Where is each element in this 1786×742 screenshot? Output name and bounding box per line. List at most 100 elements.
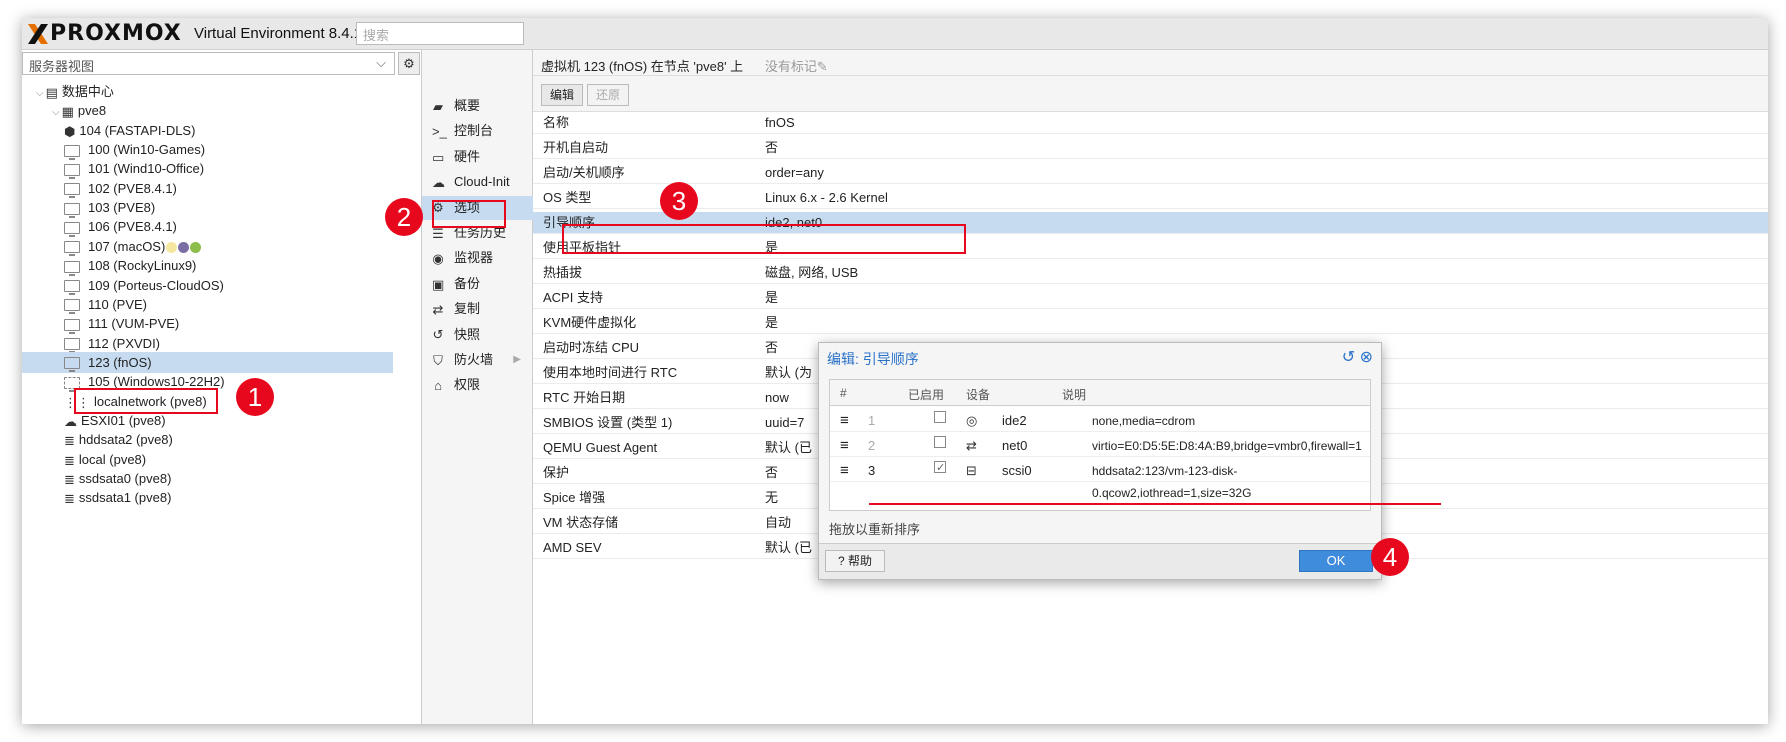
proxmox-logo: PROXMOX: [26, 21, 182, 47]
tree-node[interactable]: ⌵ ▤ 数据中心: [36, 81, 392, 102]
vm-icon: [64, 144, 80, 160]
ok-button[interactable]: OK: [1299, 550, 1373, 572]
enabled-checkbox[interactable]: [934, 436, 946, 448]
disc-icon: ◎: [966, 413, 978, 428]
vm-template-icon: [64, 376, 80, 392]
view-selector-value: 服务器视图: [29, 59, 95, 74]
menu-item-label: Cloud-Init: [454, 174, 510, 190]
resource-tree-panel: 服务器视图 ⌵ ⚙ ⌵ ▤ 数据中心 ⌵ ▦ pve8 ⬢ 104 (FASTAPI-DLS)…: [22, 50, 422, 724]
tree-node[interactable]: 102 (PVE8.4.1): [64, 178, 392, 199]
menu-item[interactable]: >_ 控制台: [422, 119, 533, 143]
help-button[interactable]: ? 帮助: [825, 550, 886, 572]
proxmox-window: PROXMOX Virtual Environment 8.4.1 搜索 服务器…: [22, 18, 1768, 724]
expand-chevron-icon[interactable]: ⌵: [52, 107, 60, 118]
grid-header: # 已启用 设备 说明: [830, 380, 1370, 406]
eye-icon: ◉: [432, 251, 444, 267]
search-input[interactable]: 搜索: [356, 22, 524, 45]
expand-chevron-icon[interactable]: ⌵: [36, 88, 44, 99]
close-icon[interactable]: ⊗: [1360, 349, 1373, 366]
help-label: 帮助: [848, 554, 873, 568]
tree-node[interactable]: ≣ local (pve8): [64, 449, 392, 470]
menu-item[interactable]: ▣ 备份: [422, 272, 533, 296]
boot-order-row[interactable]: ≡ 3 ⊟ scsi0 hddsata2:123/vm-123-disk-0.qcow2…: [830, 457, 1370, 500]
tree-node-label: ssdsata1 (pve8): [78, 490, 172, 506]
vm-config-menu: ▰ 概要 >_ 控制台 ▭ 硬件 ☁ Cloud-Init ⚙ 选项 ☰ 任务历史 ◉ 监视器 ▣ 备份 ⇄ 复制…: [422, 50, 533, 724]
menu-item[interactable]: ⇄ 复制: [422, 297, 533, 321]
menu-item[interactable]: ⛉ 防火墙 ▶: [422, 348, 533, 372]
view-selector[interactable]: 服务器视图 ⌵: [22, 52, 395, 75]
history-icon: ↺: [432, 327, 444, 343]
monitor-icon: ▭: [432, 149, 445, 165]
menu-item-label: 备份: [454, 275, 481, 291]
revert-button[interactable]: 还原: [587, 84, 630, 106]
menu-item-label: 概要: [454, 98, 481, 113]
tree-node[interactable]: 107 (macOS): [64, 236, 392, 257]
boot-order-row[interactable]: ≡ 1 ◎ ide2 none,media=cdrom: [830, 410, 1370, 432]
tree-node[interactable]: 100 (Win10-Games): [64, 139, 392, 160]
pencil-icon[interactable]: ✎: [817, 59, 828, 74]
drag-handle-icon[interactable]: ≡: [840, 460, 849, 482]
vm-icon: [64, 338, 80, 354]
tag-dot[interactable]: [178, 241, 190, 253]
menu-item[interactable]: ⌂ 权限: [422, 373, 533, 397]
option-row[interactable]: 热插拔 磁盘, 网络, USB: [533, 262, 1768, 284]
tree-node[interactable]: 123 (fnOS): [22, 351, 393, 373]
tags-label[interactable]: 没有标记✎: [765, 59, 828, 74]
option-value: Linux 6.x - 2.6 Kernel: [765, 190, 888, 205]
tree-node[interactable]: 109 (Porteus-CloudOS): [64, 275, 392, 296]
menu-item-label: 权限: [454, 377, 481, 393]
col-enabled: 已启用: [908, 388, 945, 402]
tree-node[interactable]: 103 (PVE8): [64, 197, 392, 218]
tree-node[interactable]: 112 (PXVDI): [64, 333, 392, 354]
edit-button[interactable]: 编辑: [541, 84, 584, 106]
screenshot-frame: PROXMOX Virtual Environment 8.4.1 搜索 服务器…: [0, 0, 1786, 742]
menu-item[interactable]: ▰ 概要: [422, 94, 533, 118]
option-row[interactable]: KVM硬件虚拟化 是: [533, 312, 1768, 334]
vm-icon: [64, 163, 80, 179]
option-row[interactable]: 开机自启动 否: [533, 137, 1768, 159]
drag-handle-icon[interactable]: ≡: [840, 435, 849, 457]
vm-icon: [64, 318, 80, 334]
option-row[interactable]: OS 类型 Linux 6.x - 2.6 Kernel: [533, 187, 1768, 209]
tree-node[interactable]: 106 (PVE8.4.1): [64, 216, 392, 237]
tree-node-label: 数据中心: [61, 84, 114, 99]
tree-node[interactable]: ⌵ ▦ pve8: [52, 100, 392, 121]
menu-item[interactable]: ↺ 快照: [422, 323, 533, 347]
device-desc: virtio=E0:D5:5E:D8:4A:B9,bridge=vmbr0,fi…: [1092, 439, 1362, 453]
enabled-checkbox[interactable]: [934, 411, 946, 423]
tree-node[interactable]: 101 (Wind10-Office): [64, 158, 392, 179]
tree-node[interactable]: 111 (VUM-PVE): [64, 313, 392, 334]
device-name: ide2: [1002, 413, 1027, 428]
tag-dot[interactable]: [190, 241, 202, 253]
option-row[interactable]: 名称 fnOS: [533, 112, 1768, 134]
option-key: 热插拔: [543, 265, 583, 280]
tree-node[interactable]: ≣ hddsata2 (pve8): [64, 429, 392, 450]
option-row[interactable]: ACPI 支持 是: [533, 287, 1768, 309]
tree-node[interactable]: ≣ ssdsata0 (pve8): [64, 468, 392, 489]
menu-item-label: 快照: [454, 326, 481, 342]
enabled-checkbox[interactable]: [934, 457, 946, 479]
tree-node[interactable]: 108 (RockyLinux9): [64, 255, 392, 276]
menu-item[interactable]: ◉ 监视器: [422, 246, 533, 270]
option-value: 否: [765, 465, 779, 480]
menu-item[interactable]: ☁ Cloud-Init: [422, 170, 533, 194]
drag-handle-icon[interactable]: ≡: [840, 410, 849, 432]
option-row[interactable]: 启动/关机顺序 order=any: [533, 162, 1768, 184]
col-device: 设备: [966, 388, 991, 402]
tree-node[interactable]: ≣ ssdsata1 (pve8): [64, 487, 392, 508]
dialog-title: 编辑: 引导顺序: [827, 351, 919, 367]
tag-dot[interactable]: [166, 241, 178, 253]
vm-icon: [64, 222, 80, 237]
tree-settings-gear-icon[interactable]: ⚙: [398, 52, 420, 75]
product-subtitle: Virtual Environment 8.4.1: [194, 25, 363, 42]
boot-order-row[interactable]: ≡ 2 ⇄ net0 virtio=E0:D5:5E:D8:4A:B9,bridge=v…: [830, 435, 1370, 457]
tree-node[interactable]: 110 (PVE): [64, 294, 392, 315]
option-key: 保护: [543, 465, 570, 480]
menu-item[interactable]: ▭ 硬件: [422, 145, 533, 169]
option-key: KVM硬件虚拟化: [543, 315, 637, 330]
reset-icon[interactable]: ↺: [1342, 349, 1355, 366]
tree-node-label: ssdsata0 (pve8): [78, 471, 172, 486]
tree-node[interactable]: ⬢ 104 (FASTAPI-DLS): [64, 120, 392, 141]
tree-node-label: 105 (Windows10-22H2): [88, 374, 225, 390]
annotation-box-2: [432, 200, 506, 228]
